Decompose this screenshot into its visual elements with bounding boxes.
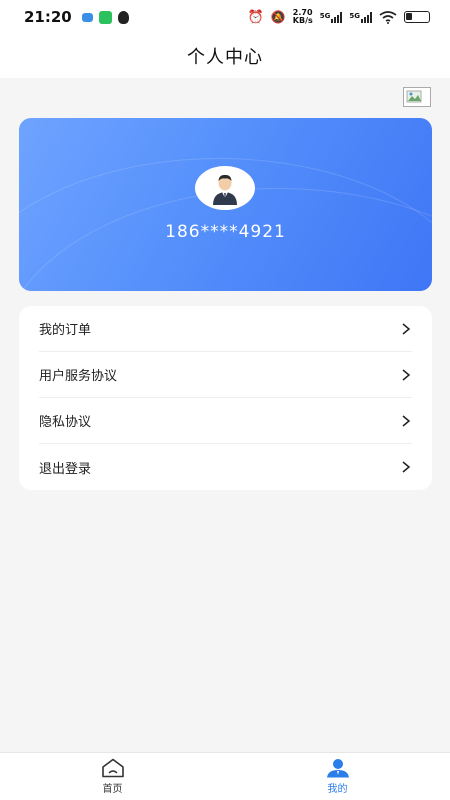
menu-item-label: 退出登录 xyxy=(39,461,92,477)
profile-card: 186****4921 xyxy=(19,118,432,291)
chevron-right-icon xyxy=(402,414,411,427)
chevron-right-icon xyxy=(402,368,411,381)
user-avatar-icon xyxy=(213,174,237,205)
menu-item-user-agreement[interactable]: 用户服务协议 xyxy=(39,352,412,398)
chevron-right-icon xyxy=(402,461,411,473)
tab-mine-label: 我的 xyxy=(327,784,348,795)
wechat-icon xyxy=(98,10,112,24)
battery-icon xyxy=(404,11,430,23)
menu-item-label: 用户服务协议 xyxy=(39,369,118,384)
user-icon xyxy=(326,759,349,778)
menu-list: 我的订单 用户服务协议 隐私协议 退出登录 xyxy=(19,306,432,490)
signal-2: 5G xyxy=(349,11,372,23)
signal-1-label: 5G xyxy=(319,11,331,20)
tab-home[interactable]: 首页 xyxy=(0,753,225,800)
page-header: 个人中心 xyxy=(0,34,450,78)
menu-item-label: 我的订单 xyxy=(39,323,92,338)
signal-bars-icon xyxy=(331,11,343,23)
menu-item-label: 隐私协议 xyxy=(39,415,92,430)
app-notification-icon xyxy=(81,12,93,22)
qq-icon xyxy=(117,10,129,24)
status-indicators: ⏰ 🔕 2.70 KB/s 5G 5G xyxy=(248,9,430,25)
status-time: 21:20 xyxy=(24,8,72,26)
net-speed: 2.70 KB/s xyxy=(293,9,313,25)
avatar[interactable] xyxy=(195,166,255,210)
menu-item-privacy-policy[interactable]: 隐私协议 xyxy=(39,398,412,444)
broken-image-icon[interactable] xyxy=(403,87,431,107)
alarm-icon: ⏰ xyxy=(247,9,264,25)
page-title: 个人中心 xyxy=(187,47,263,68)
net-speed-unit: KB/s xyxy=(292,16,313,25)
bottom-tab-bar: 首页 我的 xyxy=(0,752,450,800)
status-app-icons xyxy=(81,10,129,24)
menu-item-my-orders[interactable]: 我的订单 xyxy=(39,306,412,352)
tab-home-label: 首页 xyxy=(102,784,123,795)
status-bar: 21:20 ⏰ 🔕 2.70 KB/s 5G 5G xyxy=(0,0,450,34)
home-icon xyxy=(101,758,124,778)
phone-number: 186****4921 xyxy=(165,222,286,242)
signal-2-label: 5G xyxy=(349,11,360,20)
chevron-right-icon xyxy=(402,322,411,335)
menu-item-logout[interactable]: 退出登录 xyxy=(39,444,412,490)
signal-1: 5G xyxy=(319,11,343,23)
tab-mine[interactable]: 我的 xyxy=(225,753,450,800)
mute-icon: 🔕 xyxy=(270,10,286,24)
signal-bars-icon xyxy=(361,11,372,23)
image-placeholder-icon xyxy=(406,90,422,103)
wifi-icon xyxy=(379,10,397,24)
